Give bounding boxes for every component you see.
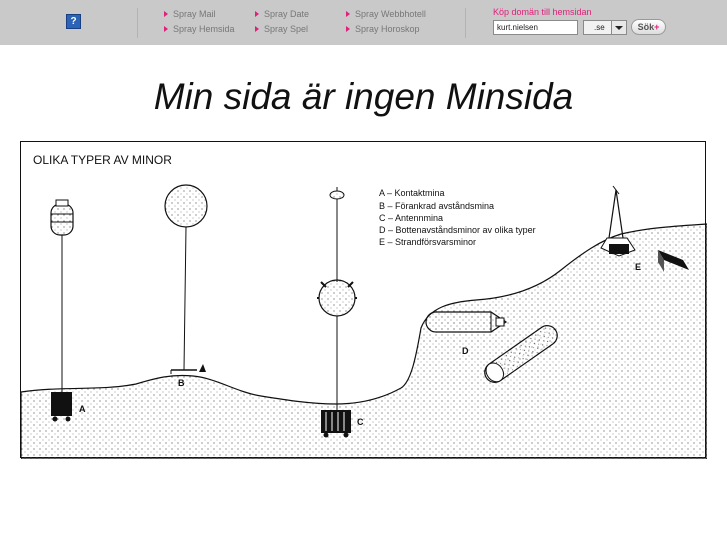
arrow-right-icon (255, 26, 259, 32)
nav-link-label: Spray Hemsida (173, 24, 235, 34)
label-b: B (178, 378, 185, 388)
legend-item-e: E – Strandförsvarsminor (379, 237, 476, 247)
nav-link-spray-hemsida[interactable]: Spray Hemsida (164, 24, 235, 35)
domain-search-title: Köp domän till hemsidan (493, 7, 592, 17)
nav-link-spray-date[interactable]: Spray Date (255, 9, 309, 20)
divider (137, 8, 138, 38)
arrow-right-icon (164, 26, 168, 32)
nav-link-label: Spray Horoskop (355, 24, 420, 34)
nav-link-spray-spel[interactable]: Spray Spel (255, 24, 308, 35)
mine-diagram: A B C D E OLIKA TYPER AV MINOR A – Konta… (21, 153, 707, 459)
tld-select-value: .se (594, 23, 605, 32)
figure-heading: OLIKA TYPER AV MINOR (33, 153, 172, 167)
nav-link-label: Spray Mail (173, 9, 216, 19)
arrow-right-icon (346, 26, 350, 32)
search-button-label: Sök (637, 22, 655, 32)
mine-types-illustration: A B C D E OLIKA TYPER AV MINOR A – Konta… (20, 141, 707, 459)
nav-link-spray-webbhotell[interactable]: Spray Webbhotell (346, 9, 426, 20)
figure-legend: A – Kontaktmina B – Förankrad avståndsmi… (379, 188, 536, 247)
label-d: D (462, 346, 469, 356)
nav-link-spray-mail[interactable]: Spray Mail (164, 9, 216, 20)
nav-link-label: Spray Webbhotell (355, 9, 426, 19)
nav-link-label: Spray Spel (264, 24, 309, 34)
label-a: A (79, 404, 86, 414)
nav-link-spray-horoskop[interactable]: Spray Horoskop (346, 24, 420, 35)
dropdown-arrow-icon[interactable] (611, 21, 626, 34)
page-title: Min sida är ingen Minsida (153, 76, 574, 117)
legend-item-a: A – Kontaktmina (379, 188, 445, 198)
label-e: E (635, 262, 641, 272)
seabed (21, 223, 707, 459)
mine-b-anchored (164, 184, 208, 374)
divider (465, 8, 466, 38)
legend-item-b: B – Förankrad avståndsmina (379, 201, 494, 211)
arrow-right-icon (346, 11, 350, 17)
domain-name-input[interactable] (493, 20, 578, 35)
tld-select[interactable]: .se (583, 20, 627, 35)
legend-item-c: C – Antennmina (379, 213, 443, 223)
top-navigation-bar: ? Spray Mail Spray Date Spray Webbhotell… (0, 0, 727, 45)
arrow-right-icon (164, 11, 168, 17)
mine-c-antenna (317, 187, 357, 438)
search-button[interactable]: Sök+ (631, 19, 666, 35)
legend-item-d: D – Bottenavståndsminor av olika typer (379, 225, 536, 235)
plus-icon: + (654, 22, 660, 32)
question-mark-icon[interactable]: ? (66, 14, 81, 29)
nav-link-label: Spray Date (264, 9, 310, 19)
arrow-right-icon (255, 11, 259, 17)
label-c: C (357, 417, 364, 427)
